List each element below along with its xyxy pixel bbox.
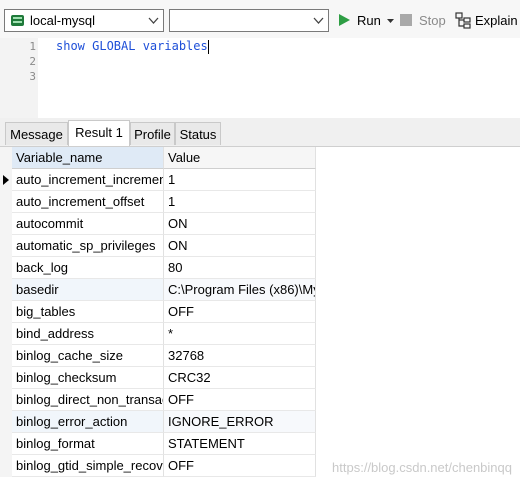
cell-variable-name[interactable]: binlog_checksum (12, 367, 164, 389)
line-number: 2 (29, 55, 36, 68)
cell-variable-name[interactable]: binlog_format (12, 433, 164, 455)
run-button-label: Run (357, 13, 381, 28)
cell-variable-name[interactable]: binlog_gtid_simple_recove (12, 455, 164, 477)
table-row[interactable]: basedir C:\Program Files (x86)\My (0, 279, 520, 301)
row-indicator[interactable] (0, 169, 12, 191)
row-indicator[interactable] (0, 389, 12, 411)
database-select[interactable] (169, 9, 329, 32)
tab-message[interactable]: Message (5, 122, 68, 145)
line-number: 1 (29, 40, 36, 53)
table-row[interactable]: back_log 80 (0, 257, 520, 279)
table-row[interactable]: automatic_sp_privileges ON (0, 235, 520, 257)
cell-value[interactable]: 32768 (164, 345, 316, 367)
grid-header-row: Variable_name Value (0, 147, 520, 169)
cell-value[interactable]: IGNORE_ERROR (164, 411, 316, 433)
column-header-value[interactable]: Value (164, 147, 316, 169)
result-grid[interactable]: Variable_name Value auto_increment_incre… (0, 147, 520, 484)
row-indicator[interactable] (0, 323, 12, 345)
table-row[interactable]: binlog_direct_non_transac OFF (0, 389, 520, 411)
cell-value[interactable]: OFF (164, 455, 316, 477)
row-indicator[interactable] (0, 433, 12, 455)
connection-select[interactable]: local-mysql (4, 9, 164, 32)
table-row[interactable]: big_tables OFF (0, 301, 520, 323)
chevron-down-icon (313, 17, 324, 24)
cell-variable-name[interactable]: automatic_sp_privileges (12, 235, 164, 257)
result-tab-bar: Message Result 1 Profile Status (0, 118, 520, 147)
explain-button-label: Explain (475, 13, 518, 28)
row-indicator[interactable] (0, 301, 12, 323)
tab-result-1[interactable]: Result 1 (68, 120, 130, 146)
cell-value[interactable]: OFF (164, 389, 316, 411)
cell-variable-name[interactable]: big_tables (12, 301, 164, 323)
cell-value[interactable]: ON (164, 213, 316, 235)
cell-value[interactable]: OFF (164, 301, 316, 323)
cell-value[interactable]: C:\Program Files (x86)\My (164, 279, 316, 301)
cell-variable-name[interactable]: autocommit (12, 213, 164, 235)
tab-status[interactable]: Status (175, 122, 221, 145)
row-indicator[interactable] (0, 213, 12, 235)
line-number-gutter: 1 2 3 (0, 38, 38, 118)
cell-variable-name[interactable]: binlog_cache_size (12, 345, 164, 367)
cell-value[interactable]: 1 (164, 169, 316, 191)
row-indicator[interactable] (0, 411, 12, 433)
current-row-arrow-icon (3, 175, 9, 185)
row-indicator[interactable] (0, 455, 12, 477)
stop-button-label: Stop (419, 13, 446, 28)
row-indicator[interactable] (0, 257, 12, 279)
row-indicator[interactable] (0, 367, 12, 389)
cell-variable-name[interactable]: binlog_error_action (12, 411, 164, 433)
cell-value[interactable]: STATEMENT (164, 433, 316, 455)
row-indicator[interactable] (0, 235, 12, 257)
cell-variable-name[interactable]: back_log (12, 257, 164, 279)
row-indicator[interactable] (0, 191, 12, 213)
cell-value[interactable]: * (164, 323, 316, 345)
cell-variable-name[interactable]: auto_increment_offset (12, 191, 164, 213)
cell-variable-name[interactable]: auto_increment_increment (12, 169, 164, 191)
sql-editor[interactable]: 1 2 3 show GLOBAL variables (0, 38, 520, 118)
cell-value[interactable]: 1 (164, 191, 316, 213)
table-row[interactable]: auto_increment_increment 1 (0, 169, 520, 191)
cell-variable-name[interactable]: bind_address (12, 323, 164, 345)
watermark: https://blog.csdn.net/chenbinqq (332, 460, 512, 475)
table-row[interactable]: binlog_cache_size 32768 (0, 345, 520, 367)
code-line-text: show GLOBAL variables (56, 39, 208, 53)
cell-value[interactable]: 80 (164, 257, 316, 279)
explain-icon (455, 12, 471, 29)
row-indicator-header (0, 147, 12, 169)
table-row[interactable]: binlog_error_action IGNORE_ERROR (0, 411, 520, 433)
table-row[interactable]: bind_address * (0, 323, 520, 345)
cell-variable-name[interactable]: basedir (12, 279, 164, 301)
code-line[interactable]: show GLOBAL variables (56, 39, 209, 54)
cell-value[interactable]: CRC32 (164, 367, 316, 389)
table-row[interactable]: binlog_checksum CRC32 (0, 367, 520, 389)
cell-value[interactable]: ON (164, 235, 316, 257)
mysql-connection-icon (11, 15, 24, 26)
column-header-variable-name[interactable]: Variable_name (12, 147, 164, 169)
toolbar: local-mysql Run Stop Explain (0, 0, 520, 38)
table-row[interactable]: auto_increment_offset 1 (0, 191, 520, 213)
tab-profile[interactable]: Profile (130, 122, 175, 145)
row-indicator[interactable] (0, 345, 12, 367)
caret-down-icon[interactable] (387, 19, 394, 23)
cell-variable-name[interactable]: binlog_direct_non_transac (12, 389, 164, 411)
line-number: 3 (29, 70, 36, 83)
text-caret (207, 39, 209, 54)
play-icon (339, 14, 350, 26)
stop-icon (400, 14, 412, 26)
table-row[interactable]: autocommit ON (0, 213, 520, 235)
row-indicator[interactable] (0, 279, 12, 301)
chevron-down-icon (148, 17, 159, 24)
table-row[interactable]: binlog_format STATEMENT (0, 433, 520, 455)
connection-select-value: local-mysql (30, 13, 96, 28)
